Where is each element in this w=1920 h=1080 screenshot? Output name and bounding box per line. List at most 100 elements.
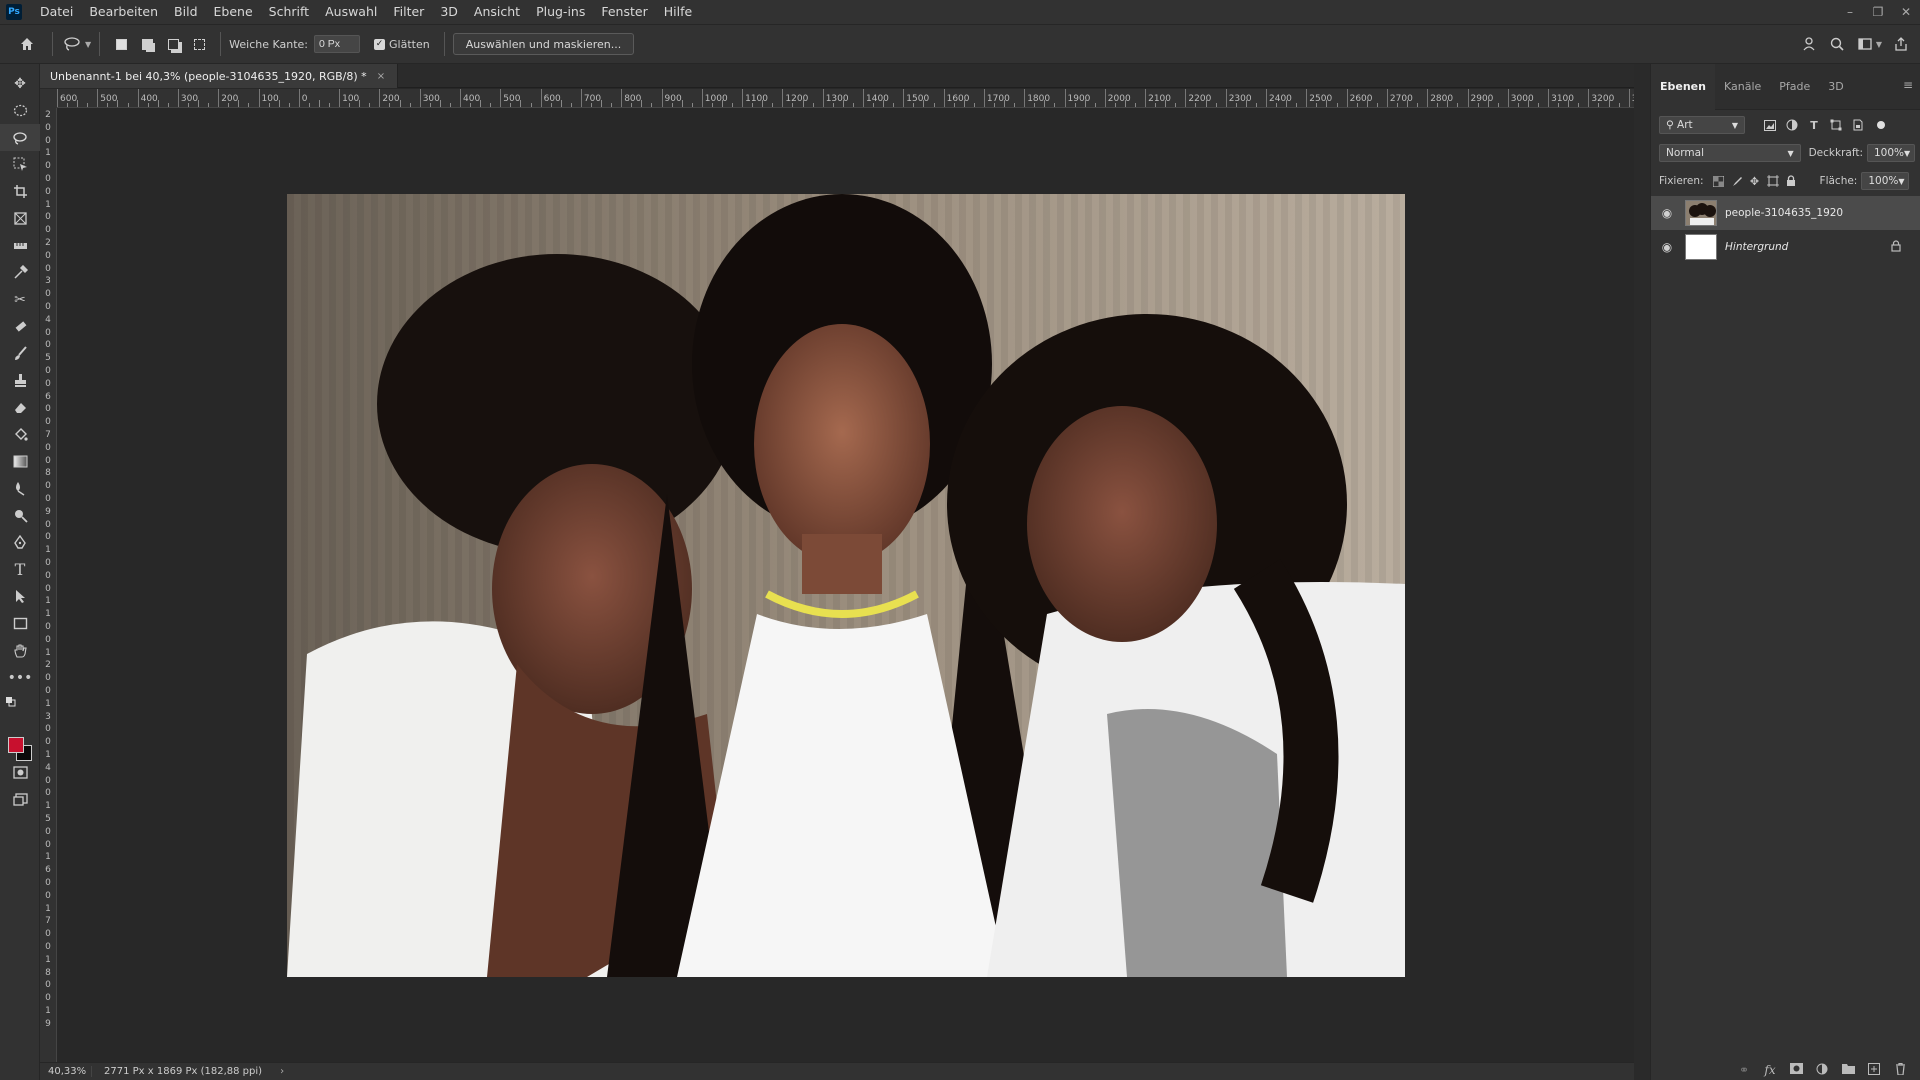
ruler-tool-icon[interactable]	[0, 232, 40, 259]
menu-filter[interactable]: Filter	[385, 0, 432, 24]
menu-fenster[interactable]: Fenster	[593, 0, 655, 24]
delete-layer-icon[interactable]	[1887, 1062, 1913, 1078]
feather-input[interactable]	[314, 35, 361, 53]
frame-tool-icon[interactable]	[0, 205, 40, 232]
lock-image-pixels-icon[interactable]	[1728, 172, 1746, 190]
screen-mode-icon[interactable]	[0, 786, 40, 813]
close-document-icon[interactable]: ×	[377, 71, 385, 82]
search-icon[interactable]	[1826, 33, 1848, 55]
menu-plugins[interactable]: Plug-ins	[528, 0, 593, 24]
document-tab[interactable]: Unbenannt-1 bei 40,3% (people-3104635_19…	[40, 64, 399, 88]
dodge-tool-icon[interactable]	[0, 502, 40, 529]
workspace-icon[interactable]	[1854, 33, 1876, 55]
menu-datei[interactable]: Datei	[32, 0, 81, 24]
layer-style-icon[interactable]: fx	[1757, 1063, 1783, 1077]
scissors-tool-icon[interactable]: ✂	[0, 286, 40, 313]
canvas-area[interactable]	[57, 108, 1634, 1062]
filter-toggle[interactable]	[1877, 121, 1885, 129]
opacity-input[interactable]: 100% ▼	[1867, 144, 1915, 162]
foreground-color-swatch[interactable]	[8, 737, 24, 753]
horizontal-ruler[interactable]: 600 500 400 300 200 100 0 100 200 300 400 500 600 700…	[57, 89, 1634, 108]
healing-brush-tool-icon[interactable]	[0, 313, 40, 340]
new-layer-icon[interactable]	[1861, 1062, 1887, 1078]
menu-bearbeiten[interactable]: Bearbeiten	[81, 0, 166, 24]
menu-ansicht[interactable]: Ansicht	[466, 0, 528, 24]
new-group-icon[interactable]	[1835, 1063, 1861, 1077]
layer-name[interactable]: Hintergrund	[1725, 241, 1885, 253]
filter-pixel-icon[interactable]	[1759, 115, 1781, 135]
filter-smartobject-icon[interactable]	[1847, 115, 1869, 135]
marquee-tool-icon[interactable]	[0, 97, 40, 124]
pen-tool-icon[interactable]	[0, 529, 40, 556]
menu-bild[interactable]: Bild	[166, 0, 205, 24]
filter-type-icon[interactable]: T	[1803, 115, 1825, 135]
quick-mask-icon[interactable]	[0, 759, 40, 786]
eye-icon[interactable]: ◉	[1657, 240, 1677, 254]
tab-kanaele[interactable]: Kanäle	[1715, 64, 1770, 110]
eraser-tool-icon[interactable]	[0, 394, 40, 421]
filter-adjustment-icon[interactable]	[1781, 115, 1803, 135]
menu-schrift[interactable]: Schrift	[261, 0, 317, 24]
more-tools-icon[interactable]: •••	[0, 664, 40, 691]
lock-all-icon[interactable]	[1782, 172, 1800, 190]
crop-tool-icon[interactable]	[0, 178, 40, 205]
home-icon[interactable]	[16, 33, 38, 55]
status-menu-arrow-icon[interactable]: ›	[280, 1066, 284, 1077]
brush-tool-icon[interactable]	[0, 340, 40, 367]
blend-mode-dropdown[interactable]: Normal ▼	[1659, 144, 1801, 162]
tab-3d[interactable]: 3D	[1819, 64, 1852, 110]
lock-artboard-icon[interactable]	[1764, 172, 1782, 190]
chevron-down-icon[interactable]: ▼	[85, 40, 91, 49]
tab-pfade[interactable]: Pfade	[1770, 64, 1819, 110]
blur-tool-icon[interactable]	[0, 475, 40, 502]
intersect-selection-button[interactable]	[190, 35, 208, 53]
subtract-from-selection-button[interactable]	[164, 35, 182, 53]
export-icon[interactable]	[1890, 33, 1912, 55]
add-to-selection-button[interactable]	[138, 35, 156, 53]
paint-bucket-tool-icon[interactable]	[0, 421, 40, 448]
hand-tool-icon[interactable]	[0, 637, 40, 664]
move-tool-icon[interactable]: ✥	[0, 70, 40, 97]
default-colors-icon[interactable]	[0, 691, 40, 713]
gradient-tool-icon[interactable]	[0, 448, 40, 475]
link-layers-icon[interactable]: ⚭	[1731, 1063, 1757, 1077]
layer-row-people[interactable]: ◉ people-3104635_1920	[1651, 196, 1920, 230]
chevron-down-icon[interactable]: ▼	[1876, 40, 1882, 49]
antialias-checkbox[interactable]: ✓	[374, 38, 386, 50]
eyedropper-tool-icon[interactable]	[0, 259, 40, 286]
fill-input[interactable]: 100% ▼	[1861, 172, 1910, 190]
restore-button[interactable]: ❐	[1864, 0, 1892, 24]
close-window-button[interactable]: ✕	[1892, 0, 1920, 24]
rectangle-tool-icon[interactable]	[0, 610, 40, 637]
layer-row-hintergrund[interactable]: ◉ Hintergrund	[1651, 230, 1920, 264]
menu-ebene[interactable]: Ebene	[206, 0, 261, 24]
lasso-tool-preset-icon[interactable]	[61, 33, 83, 55]
minimize-button[interactable]: –	[1836, 0, 1864, 24]
ruler-origin[interactable]	[40, 89, 57, 108]
add-mask-icon[interactable]	[1783, 1063, 1809, 1077]
select-and-mask-button[interactable]: Auswählen und maskieren...	[452, 33, 635, 55]
menu-3d[interactable]: 3D	[432, 0, 466, 24]
object-selection-tool-icon[interactable]	[0, 151, 40, 178]
eye-icon[interactable]: ◉	[1657, 206, 1677, 220]
lock-transparent-pixels-icon[interactable]	[1710, 172, 1728, 190]
adjustment-layer-icon[interactable]	[1809, 1063, 1835, 1078]
lasso-tool-icon[interactable]	[0, 124, 40, 151]
panel-menu-icon[interactable]: ≡	[1903, 78, 1913, 92]
document-image[interactable]	[287, 194, 1405, 977]
type-tool-icon[interactable]: T	[0, 556, 40, 583]
share-user-icon[interactable]	[1798, 33, 1820, 55]
layer-lock-icon[interactable]	[1885, 239, 1907, 255]
menu-hilfe[interactable]: Hilfe	[656, 0, 700, 24]
layer-name[interactable]: people-3104635_1920	[1725, 207, 1920, 219]
filter-shape-icon[interactable]	[1825, 115, 1847, 135]
vertical-ruler[interactable]: 2 0 0 1 0 0 0 1 0 0 2 0 0 3 0 0 4 0 0 5 0 0 6 0 0 7 0 0 8 0 0 9 0 0 1 0 0 0 1 1…	[40, 108, 57, 1062]
path-selection-tool-icon[interactable]	[0, 583, 40, 610]
clone-stamp-tool-icon[interactable]	[0, 367, 40, 394]
lock-position-icon[interactable]: ✥	[1746, 172, 1764, 190]
layer-filter-dropdown[interactable]: ⚲ Art ▼	[1659, 116, 1745, 134]
zoom-level[interactable]: 40,33%	[40, 1066, 92, 1077]
tab-ebenen[interactable]: Ebenen	[1651, 63, 1715, 110]
menu-auswahl[interactable]: Auswahl	[317, 0, 385, 24]
new-selection-button[interactable]	[112, 35, 130, 53]
